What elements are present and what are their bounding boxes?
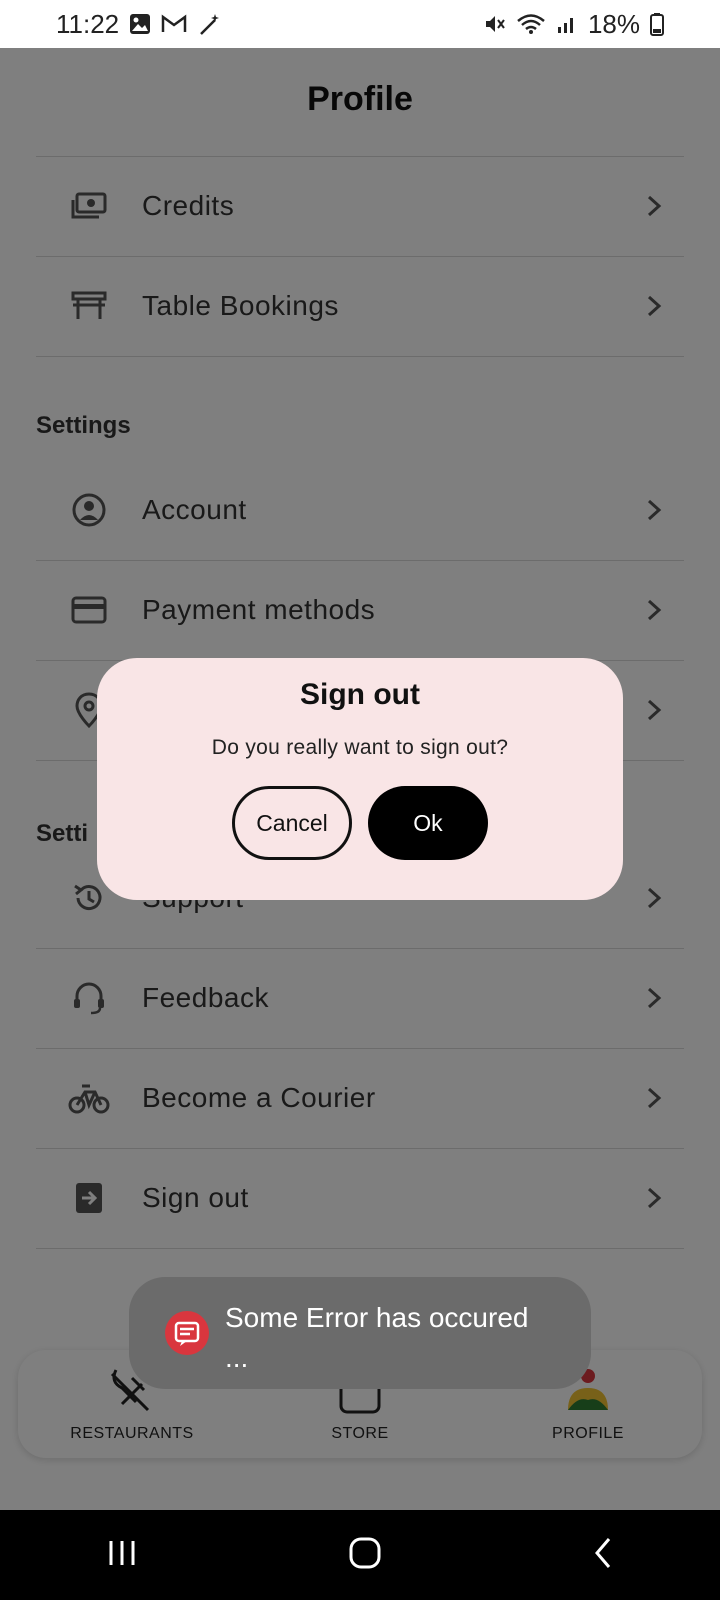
sign-out-dialog: Sign out Do you really want to sign out?… [97, 658, 623, 900]
cancel-button[interactable]: Cancel [232, 786, 352, 860]
battery-percent: 18% [587, 8, 640, 39]
back-icon[interactable] [591, 1536, 615, 1575]
ok-button[interactable]: Ok [368, 786, 488, 860]
status-bar: 11:22 18% [0, 0, 720, 48]
status-left: 11:22 [56, 9, 223, 40]
home-icon[interactable] [348, 1536, 382, 1575]
wifi-icon [516, 13, 546, 35]
dialog-title: Sign out [300, 678, 420, 711]
app-logo-icon [165, 1311, 209, 1355]
status-right: 18% [484, 9, 664, 40]
toast-line-2: ... [225, 1342, 249, 1373]
toast-line-1: Some Error has occured [225, 1302, 529, 1333]
dialog-buttons: Cancel Ok [232, 786, 488, 860]
system-nav-bar [0, 1510, 720, 1600]
magic-wand-icon [197, 12, 223, 36]
recent-apps-icon[interactable] [105, 1538, 139, 1573]
battery-icon [650, 12, 664, 36]
dialog-message: Do you really want to sign out? [211, 736, 509, 759]
status-time: 11:22 [56, 8, 120, 39]
signal-icon [556, 13, 578, 35]
gmail-icon [161, 14, 187, 34]
mute-icon [484, 13, 506, 35]
error-toast: Some Error has occured ... [129, 1277, 591, 1389]
toast-message: Some Error has occured ... [225, 1298, 528, 1378]
gallery-icon [129, 13, 151, 35]
